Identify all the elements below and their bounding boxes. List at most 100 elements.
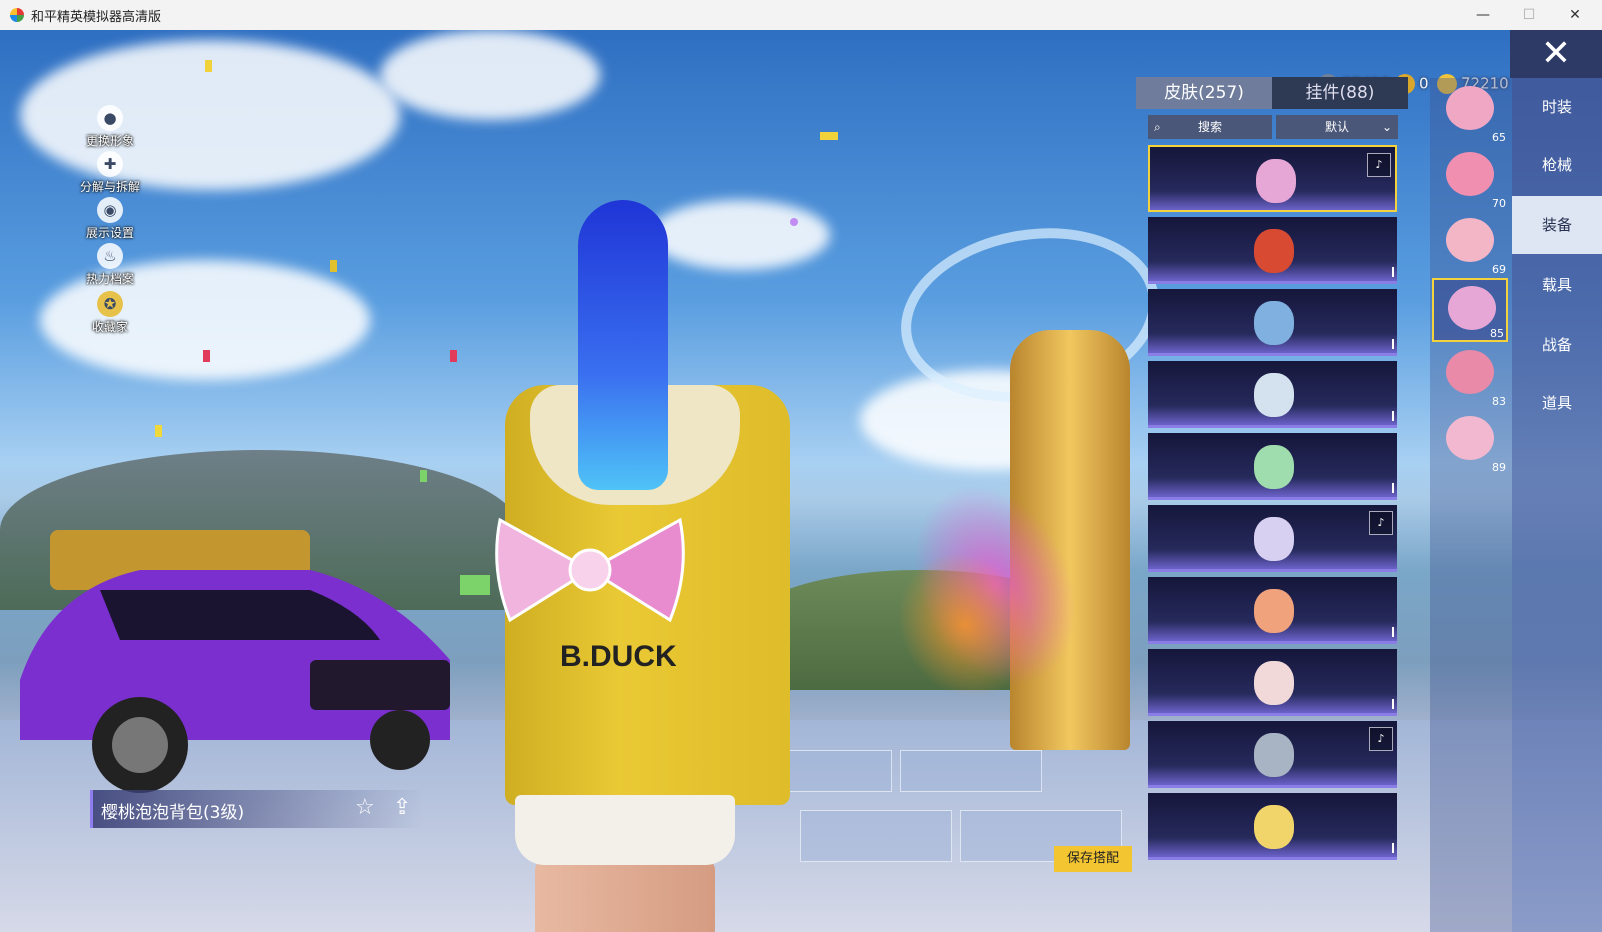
confetti <box>420 470 427 482</box>
skin-item[interactable]: ♪ <box>1148 145 1397 212</box>
search-placeholder: 搜索 <box>1197 120 1222 134</box>
display-settings-button[interactable]: ◉ 展示设置 <box>70 197 150 242</box>
equipped-slots: 65 70 69 85 83 89 <box>1430 78 1512 932</box>
sort-value: 默认 <box>1324 120 1349 134</box>
heat-profile-button[interactable]: ♨ 热力档案 <box>70 243 150 288</box>
category-tabs: 时装 枪械 装备 载具 战备 道具 <box>1512 78 1602 932</box>
slot-thumb[interactable]: 83 <box>1432 344 1508 408</box>
slot-level: 89 <box>1492 461 1506 474</box>
app-icon <box>10 8 24 22</box>
yellow-duck-backpack-icon <box>1254 805 1294 849</box>
skin-item[interactable] <box>1148 577 1397 644</box>
slot-thumb[interactable]: 89 <box>1432 410 1508 474</box>
blue-orb-backpack-icon <box>1254 301 1294 345</box>
scroll-marker <box>1392 627 1394 637</box>
tab-items[interactable]: 道具 <box>1512 374 1602 432</box>
slot-level: 83 <box>1492 395 1506 408</box>
search-icon: ⌕ <box>1154 120 1161 134</box>
skin-item[interactable] <box>1148 433 1397 500</box>
sort-dropdown[interactable]: 默认 ⌄ <box>1276 115 1398 139</box>
tab-vehicles[interactable]: 载具 <box>1512 256 1602 314</box>
character-hair <box>578 200 668 490</box>
slot-thumb[interactable]: 70 <box>1432 146 1508 210</box>
slot-level: 69 <box>1492 263 1506 276</box>
eye-icon: ◉ <box>97 197 123 223</box>
pig-helmet-icon <box>1446 152 1494 196</box>
character-shorts <box>515 795 735 865</box>
tab-skins[interactable]: 皮肤(257) <box>1136 77 1272 109</box>
slot-level: 85 <box>1490 327 1504 340</box>
favorite-star-icon[interactable]: ☆ <box>355 795 375 820</box>
save-outfit-button[interactable]: 保存搭配 <box>1054 846 1132 872</box>
white-plush-backpack-icon <box>1254 517 1294 561</box>
slot-level: 65 <box>1492 131 1506 144</box>
flame-icon: ♨ <box>97 243 123 269</box>
music-tag-icon: ♪ <box>1369 727 1393 751</box>
collector-badge-icon: ✪ <box>97 291 123 317</box>
minimize-button[interactable]: — <box>1460 0 1506 30</box>
tab-guns[interactable]: 枪械 <box>1512 136 1602 194</box>
spiky-silver-backpack-icon <box>1254 733 1294 777</box>
skin-item[interactable]: ♪ <box>1148 505 1397 572</box>
pig-helmet-icon <box>1446 86 1494 130</box>
change-avatar-label: 更换形象 <box>85 134 134 148</box>
confetti <box>790 218 798 226</box>
purple-car <box>20 530 450 793</box>
item-name: 樱桃泡泡背包(3级) <box>101 803 245 823</box>
skin-item[interactable]: ♪ <box>1148 721 1397 788</box>
bow-backpack-icon <box>1446 350 1494 394</box>
collector-label: 收藏家 <box>91 320 128 334</box>
change-avatar-button[interactable]: ● 更换形象 <box>70 105 150 150</box>
confetti <box>450 350 457 362</box>
collector-button[interactable]: ✪ 收藏家 <box>70 291 150 336</box>
close-panel-icon[interactable]: ✕ <box>1510 30 1602 78</box>
chevron-down-icon: ⌄ <box>1381 120 1392 134</box>
tab-fashion[interactable]: 时装 <box>1512 78 1602 136</box>
helmet-icon <box>1446 218 1494 262</box>
skin-item[interactable] <box>1148 649 1397 716</box>
floor-tile <box>800 810 952 862</box>
slot-thumb-selected[interactable]: 85 <box>1432 278 1508 342</box>
jacket-print: B.DUCK <box>560 640 677 673</box>
tab-equipment[interactable]: 装备 <box>1512 196 1602 254</box>
search-input[interactable]: ⌕ 搜索 <box>1148 115 1272 139</box>
scroll-marker <box>1392 411 1394 421</box>
scroll-marker <box>1392 483 1394 493</box>
share-icon[interactable]: ⇪ <box>393 795 411 820</box>
skin-panel: 皮肤(257) 挂件(88) ⌕ 搜索 默认 ⌄ ♪ ♪ ♪ <box>1136 77 1408 877</box>
confetti <box>460 575 490 595</box>
scroll-marker <box>1392 267 1394 277</box>
scroll-marker <box>1392 339 1394 349</box>
close-window-button[interactable]: ✕ <box>1552 0 1598 30</box>
skin-item[interactable] <box>1148 217 1397 284</box>
window-title: 和平精英模拟器高清版 <box>31 10 162 25</box>
skin-item[interactable] <box>1148 289 1397 356</box>
skin-item[interactable] <box>1148 361 1397 428</box>
disassemble-button[interactable]: ✚ 分解与拆解 <box>70 151 150 196</box>
confetti <box>155 425 162 437</box>
music-tag-icon: ♪ <box>1369 511 1393 535</box>
white-box-backpack-icon <box>1254 373 1294 417</box>
heat-profile-label: 热力档案 <box>85 272 134 286</box>
bow-backpack-icon <box>1446 416 1494 460</box>
cloud <box>380 30 600 120</box>
panel-tabs: 皮肤(257) 挂件(88) <box>1136 77 1408 109</box>
display-settings-label: 展示设置 <box>85 226 134 240</box>
tab-gear[interactable]: 战备 <box>1512 316 1602 374</box>
slot-thumb[interactable]: 69 <box>1432 212 1508 276</box>
bow-backpack-icon <box>1448 286 1496 330</box>
character-legs <box>535 860 715 932</box>
scroll-marker <box>1392 699 1394 709</box>
tab-pendants[interactable]: 挂件(88) <box>1272 77 1408 109</box>
green-bag-backpack-icon <box>1254 445 1294 489</box>
music-tag-icon: ♪ <box>1367 153 1391 177</box>
red-duck-backpack-icon <box>1254 229 1294 273</box>
floor-tile <box>900 750 1042 792</box>
confetti <box>820 132 838 140</box>
sheep-backpack-icon <box>1254 661 1294 705</box>
confetti <box>205 60 212 72</box>
skin-item[interactable] <box>1148 793 1397 860</box>
scroll-marker <box>1392 843 1394 853</box>
maximize-button[interactable]: ☐ <box>1506 0 1552 30</box>
slot-thumb[interactable]: 65 <box>1432 80 1508 144</box>
